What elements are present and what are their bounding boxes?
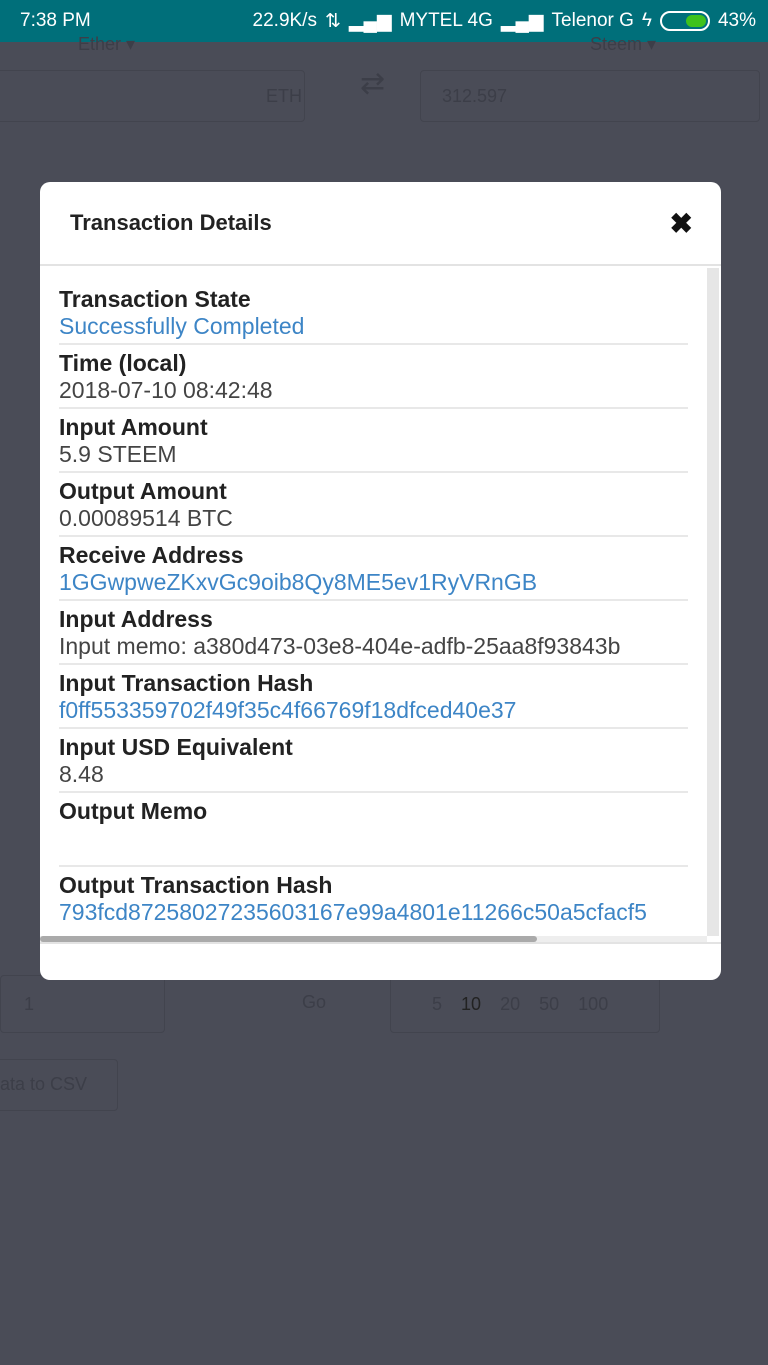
page-number[interactable]: 1: [24, 994, 34, 1015]
network-speed: 22.9K/s: [252, 10, 317, 31]
row-label: Input USD Equivalent: [59, 734, 293, 760]
modal-header: Transaction Details ✖: [40, 182, 721, 266]
clock: 7:38 PM: [20, 10, 91, 31]
detail-row-input-usd: Input USD Equivalent 8.48: [59, 734, 688, 793]
detail-row-output-amount: Output Amount 0.00089514 BTC: [59, 478, 688, 537]
transaction-details-modal: Transaction Details ✖ Transaction State S…: [40, 182, 721, 980]
detail-row-output-tx-hash: Output Transaction Hash 793fcd87258027235…: [59, 872, 688, 929]
signal-icon: ▂▄▆: [500, 10, 544, 32]
row-label: Output Memo: [59, 798, 208, 824]
receive-address-link[interactable]: 1GGwpweZKxvGc9oib8Qy8ME5ev1RyVRnGB: [59, 569, 688, 595]
detail-row-output-memo: Output Memo: [59, 798, 688, 867]
detail-row-input-address: Input Address Input memo: a380d473-03e8-4…: [59, 606, 688, 665]
input-tx-hash-link[interactable]: f0ff553359702f49f35c4f66769f18dfced40e37: [59, 697, 688, 723]
detail-row-input-tx-hash: Input Transaction Hash f0ff553359702f49f3…: [59, 670, 688, 729]
row-label: Input Address: [59, 606, 213, 632]
detail-row-transaction-state: Transaction State Successfully Completed: [59, 286, 688, 345]
row-label: Input Amount: [59, 414, 208, 440]
row-label: Receive Address: [59, 542, 244, 568]
row-value: 8.48: [59, 761, 104, 787]
vertical-scrollbar[interactable]: [707, 268, 719, 936]
row-value: [59, 825, 688, 861]
carrier-1: MYTEL 4G: [399, 10, 493, 31]
from-unit: ETH: [266, 86, 302, 106]
modal-title: Transaction Details: [70, 210, 272, 235]
detail-row-receive-address: Receive Address 1GGwpweZKxvGc9oib8Qy8ME5e…: [59, 542, 688, 601]
row-value: 2018-07-10 08:42:48: [59, 377, 273, 403]
to-currency-select[interactable]: Steem ▾: [590, 34, 656, 55]
battery-percent: 43%: [717, 10, 756, 31]
signal-icon: ▂▄▆: [348, 10, 392, 32]
page-size-options[interactable]: 5 10 20 50 100: [432, 994, 608, 1015]
from-amount-input[interactable]: [0, 70, 305, 122]
row-value: 0.00089514 BTC: [59, 505, 233, 531]
row-value: Input memo: a380d473-03e8-404e-adfb-25aa…: [59, 633, 621, 659]
detail-row-time: Time (local) 2018-07-10 08:42:48: [59, 350, 688, 409]
modal-body[interactable]: Transaction State Successfully Completed …: [40, 268, 707, 936]
row-label: Output Transaction Hash: [59, 872, 333, 898]
row-label: Output Amount: [59, 478, 227, 504]
row-value: Successfully Completed: [59, 313, 305, 339]
output-tx-hash-link[interactable]: 793fcd87258027235603167e99a4801e11266c50…: [59, 899, 688, 925]
to-amount: 312.597: [442, 86, 508, 106]
go-button[interactable]: Go: [302, 992, 326, 1013]
close-icon[interactable]: ✖: [670, 207, 693, 240]
detail-row-input-amount: Input Amount 5.9 STEEM: [59, 414, 688, 473]
modal-footer: [40, 942, 721, 980]
export-csv-label: ata to CSV: [0, 1074, 88, 1094]
row-label: Time (local): [59, 350, 187, 376]
swap-icon[interactable]: ⇄: [360, 66, 385, 101]
charging-icon: ϟ: [641, 10, 652, 31]
battery-icon: [659, 11, 710, 31]
row-value: 5.9 STEEM: [59, 441, 177, 467]
data-transfer-icon: ⇅: [324, 10, 341, 32]
from-currency-select[interactable]: Ether ▾: [78, 34, 135, 55]
row-label: Input Transaction Hash: [59, 670, 314, 696]
carrier-2: Telenor G: [551, 10, 634, 31]
row-label: Transaction State: [59, 286, 251, 312]
